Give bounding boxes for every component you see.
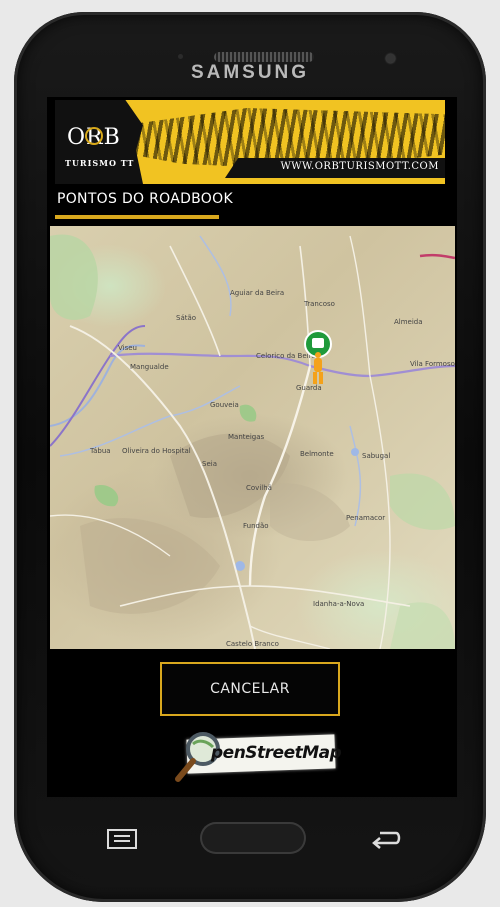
map-label: Aguiar da Beira — [230, 289, 285, 297]
map-label: Sabugal — [362, 452, 391, 460]
map-label: Covilhã — [246, 484, 272, 492]
map-label: Almeida — [394, 318, 423, 326]
map-label: Sátão — [176, 314, 197, 322]
map-label: Belmonte — [300, 450, 334, 458]
website-url: WWW.ORBTURISMOTT.COM — [280, 161, 439, 172]
map-label: Vila Formoso — [410, 360, 455, 368]
map-label: Seia — [202, 460, 217, 468]
header-banner: ORB TURISMO TT WWW.ORBTURISMOTT.COM — [55, 100, 445, 184]
logo-ring — [85, 127, 103, 145]
map-label: Viseu — [118, 344, 137, 352]
map-label: Gouveia — [210, 401, 239, 409]
map-label: Oliveira do Hospital — [122, 447, 191, 455]
menu-icon[interactable] — [107, 828, 137, 850]
map-label: Mangualde — [130, 363, 169, 371]
proximity-sensor — [178, 54, 183, 59]
openstreetmap-logo: penStreetMap — [175, 729, 342, 787]
map-label: Fundão — [243, 522, 269, 530]
home-button[interactable] — [200, 822, 306, 854]
map-label: Manteigas — [228, 433, 265, 441]
cancel-button[interactable]: CANCELAR — [160, 662, 340, 716]
map-label: Trancoso — [304, 300, 335, 308]
map-label: Penamacor — [346, 514, 386, 522]
app-screen: ORB TURISMO TT WWW.ORBTURISMOTT.COM PONT… — [47, 97, 457, 797]
map-pin-icon[interactable] — [303, 330, 333, 386]
logo-subtitle: TURISMO TT — [65, 158, 135, 168]
device-brand: SAMSUNG — [190, 62, 310, 83]
section-underline — [55, 215, 219, 219]
speaker-grille — [214, 52, 314, 62]
map-label: Castelo Branco — [226, 640, 279, 648]
section-title: PONTOS DO ROADBOOK — [57, 191, 233, 207]
map-view[interactable]: Viseu Mangualde Gouveia Guarda Celorico … — [50, 226, 455, 649]
map-label: Idanha-a-Nova — [313, 600, 365, 608]
back-icon[interactable] — [370, 828, 402, 850]
map-label: Tábua — [90, 447, 111, 455]
osm-text: penStreetMap — [211, 743, 342, 763]
